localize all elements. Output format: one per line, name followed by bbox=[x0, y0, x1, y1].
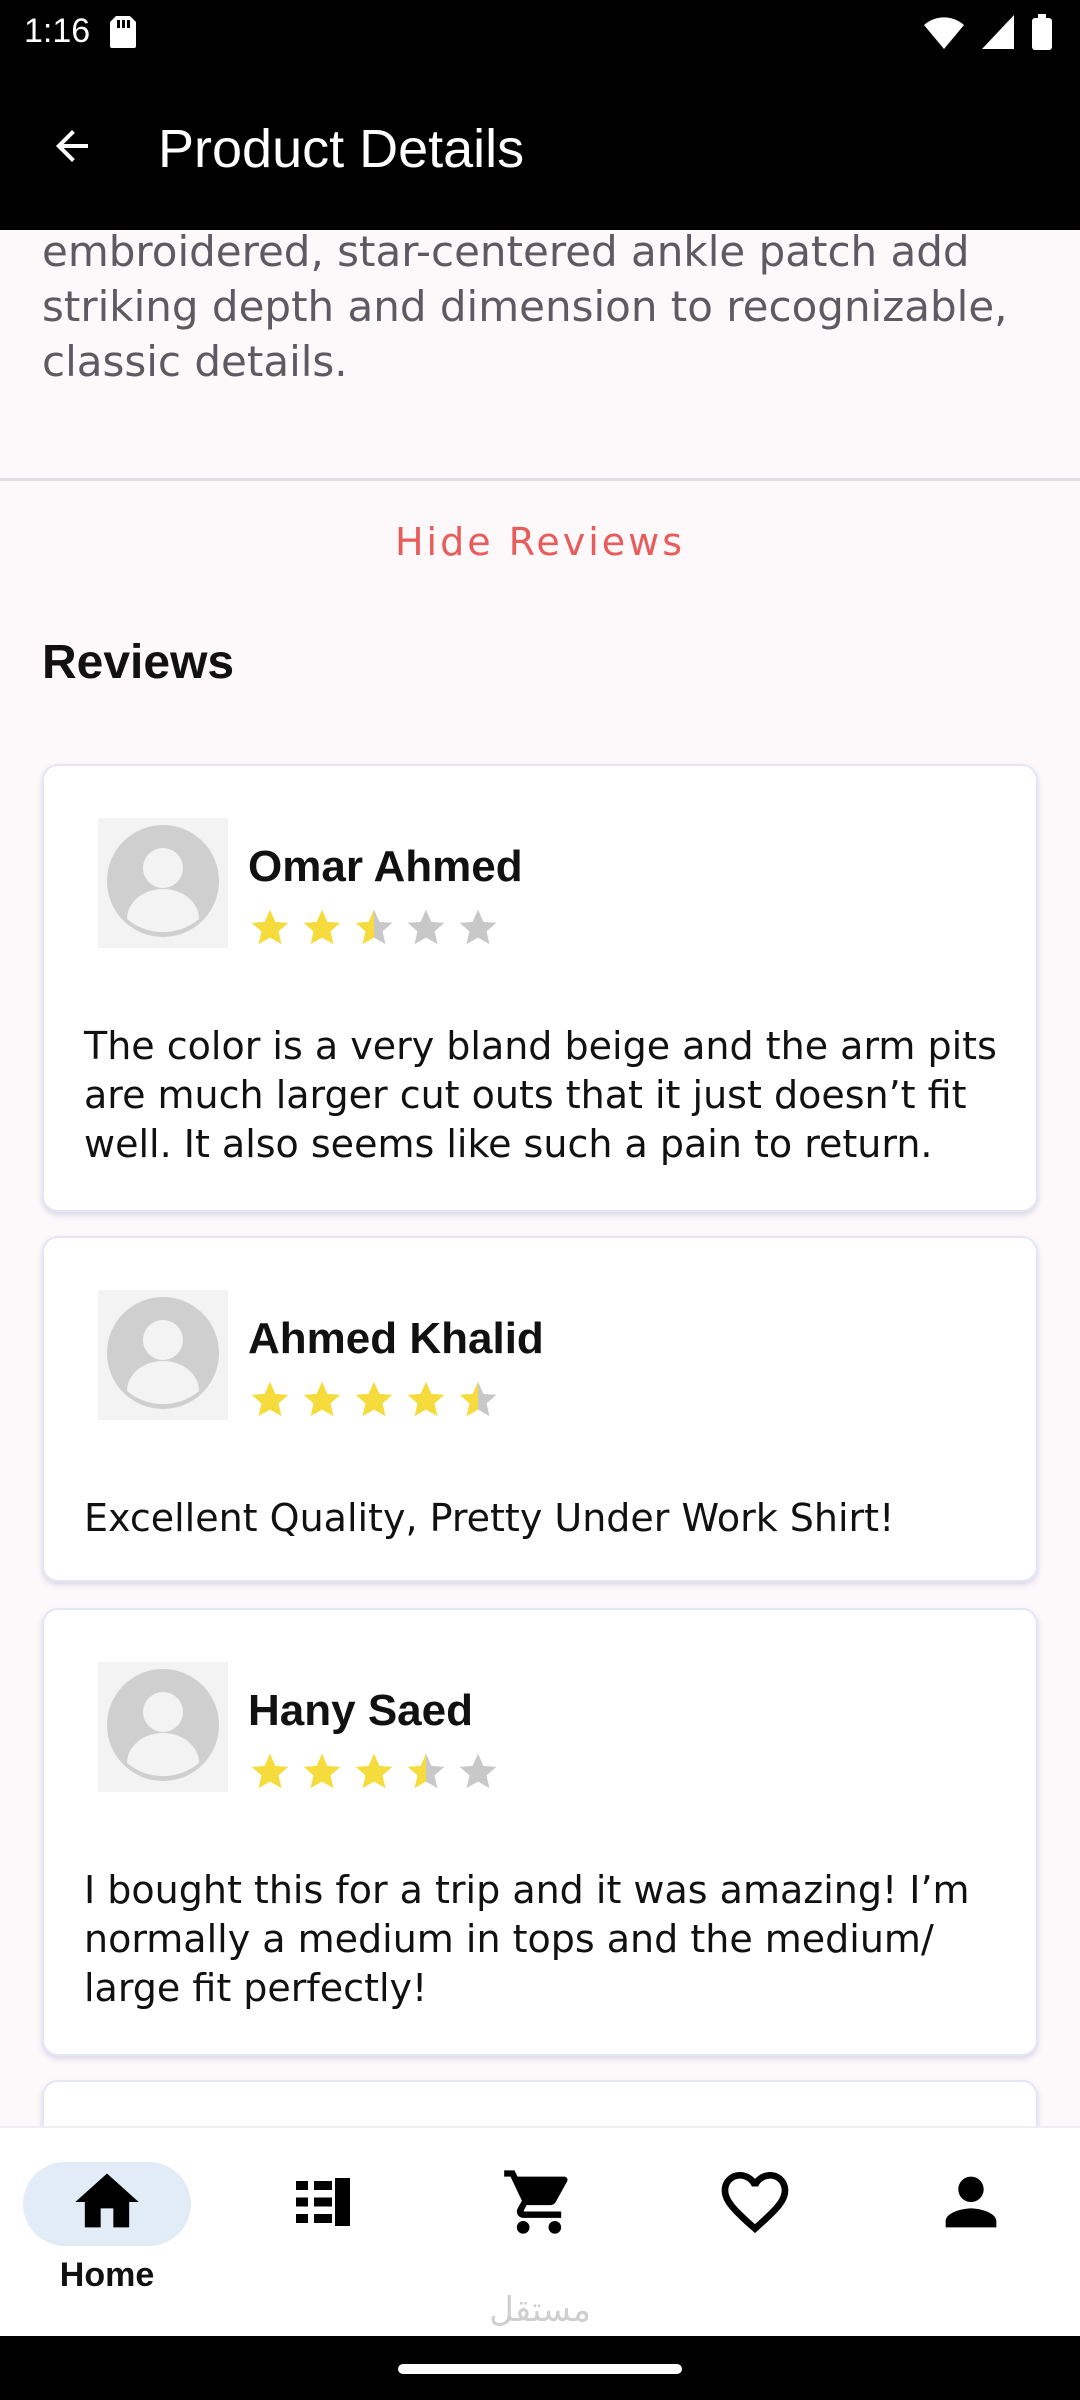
star-rating bbox=[248, 1750, 500, 1799]
star-icon bbox=[300, 1378, 344, 1427]
star-icon bbox=[352, 1378, 396, 1427]
avatar bbox=[98, 818, 228, 948]
status-bar: 1:16 bbox=[0, 0, 1080, 66]
star-rating bbox=[248, 906, 500, 955]
avatar bbox=[98, 1290, 228, 1420]
review-text: I bought this for a trip and it was amaz… bbox=[84, 1868, 970, 2010]
hide-reviews-button[interactable]: Hide Reviews bbox=[0, 520, 1080, 564]
star-icon bbox=[352, 1750, 396, 1799]
person-placeholder-icon bbox=[105, 823, 221, 944]
avatar bbox=[98, 1662, 228, 1792]
app-bar: Product Details bbox=[0, 66, 1080, 230]
cart-icon bbox=[501, 2164, 577, 2245]
star-icon bbox=[248, 906, 292, 955]
person-placeholder-icon bbox=[105, 1295, 221, 1416]
reviewer-name: Omar Ahmed bbox=[248, 842, 523, 891]
page-title: Product Details bbox=[158, 119, 525, 179]
star-icon bbox=[456, 1750, 500, 1799]
review-text: Excellent Quality, Pretty Under Work Shi… bbox=[84, 1496, 895, 1540]
person-icon bbox=[933, 2164, 1009, 2245]
heart-icon bbox=[715, 2162, 795, 2247]
star-icon bbox=[248, 1378, 292, 1427]
gesture-area bbox=[0, 2336, 1080, 2400]
person-placeholder-icon bbox=[105, 1667, 221, 1788]
star-icon bbox=[404, 1750, 448, 1799]
star-icon bbox=[300, 906, 344, 955]
signal-icon bbox=[982, 15, 1014, 54]
gesture-handle[interactable] bbox=[398, 2364, 682, 2374]
divider bbox=[0, 478, 1080, 481]
star-rating bbox=[248, 1378, 500, 1427]
product-description: embroidered, star-centered ankle patch a… bbox=[42, 230, 1008, 386]
sim-card-icon bbox=[110, 16, 136, 53]
star-icon bbox=[352, 906, 396, 955]
reviewer-name: Ahmed Khalid bbox=[248, 1314, 544, 1363]
watermark: مستقل bbox=[489, 2290, 591, 2330]
review-card: Ahmed Khalid Excellent Quality, Pretty U… bbox=[42, 1236, 1038, 1582]
reviews-heading: Reviews bbox=[42, 636, 235, 689]
review-card: Omar Ahmed The color is a very bland bei… bbox=[42, 764, 1038, 1212]
status-time: 1:16 bbox=[24, 12, 91, 50]
list-icon bbox=[287, 2166, 359, 2243]
home-icon bbox=[69, 2164, 145, 2245]
review-text: The color is a very bland beige and the … bbox=[84, 1024, 997, 1166]
nav-active-indicator bbox=[23, 2162, 191, 2246]
review-card: Hany Saed I bought this for a trip and i… bbox=[42, 1608, 1038, 2056]
star-icon bbox=[404, 1378, 448, 1427]
star-icon bbox=[456, 1378, 500, 1427]
product-details-content[interactable]: embroidered, star-centered ankle patch a… bbox=[0, 230, 1080, 2126]
wifi-icon bbox=[924, 15, 964, 54]
star-icon bbox=[300, 1750, 344, 1799]
star-icon bbox=[404, 906, 448, 955]
arrow-back-icon bbox=[48, 122, 96, 175]
review-card bbox=[42, 2080, 1038, 2126]
star-icon bbox=[248, 1750, 292, 1799]
star-icon bbox=[456, 906, 500, 955]
battery-icon bbox=[1032, 14, 1052, 55]
reviewer-name: Hany Saed bbox=[248, 1686, 473, 1735]
back-button[interactable] bbox=[40, 116, 104, 180]
